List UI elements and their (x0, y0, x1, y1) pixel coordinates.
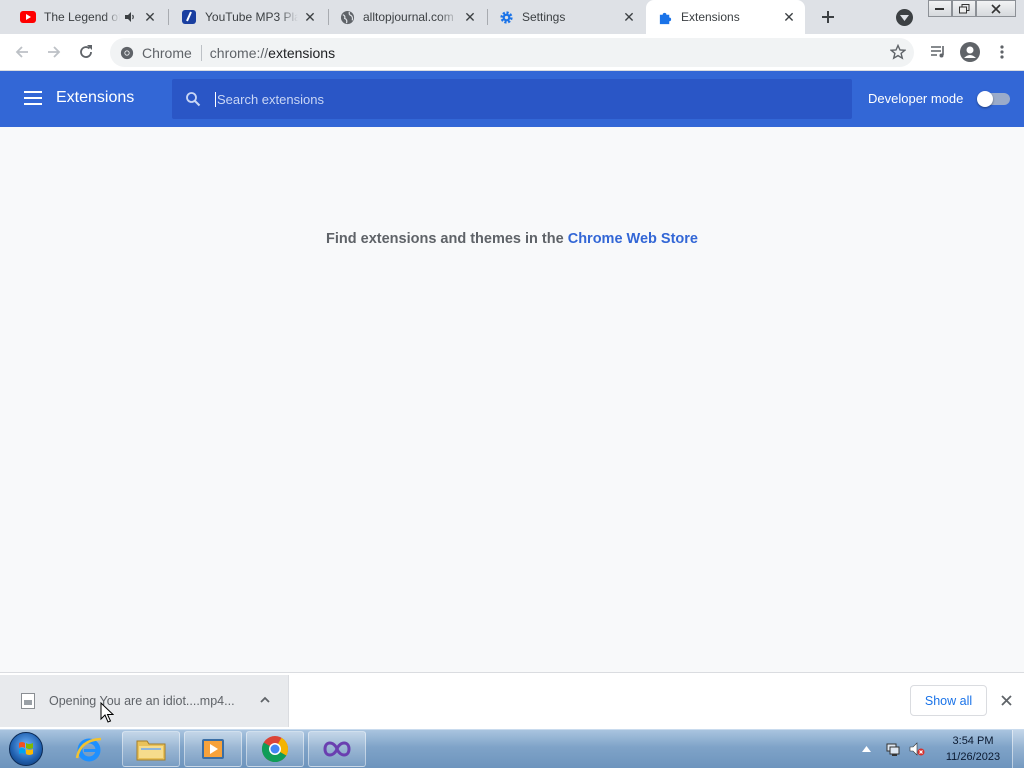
page-title: Extensions (56, 89, 135, 106)
chrome-menu-button[interactable] (990, 40, 1014, 64)
minimize-button[interactable] (928, 0, 952, 17)
tab-alltopjournal[interactable]: alltopjournal.com ✕ (328, 0, 486, 34)
tab-youtube-mp3[interactable]: YouTube MP3 Pla ✕ (168, 0, 326, 34)
gear-icon (498, 9, 514, 25)
close-window-button[interactable] (976, 0, 1016, 17)
forward-button[interactable] (42, 40, 66, 64)
tab-extensions[interactable]: Extensions ✕ (646, 0, 805, 34)
menu-icon[interactable] (24, 91, 42, 105)
internet-explorer-icon[interactable] (60, 731, 118, 767)
close-tab-icon[interactable]: ✕ (302, 9, 318, 25)
chrome-icon[interactable] (246, 731, 304, 767)
developer-mode-toggle[interactable] (977, 91, 1011, 107)
browser-toolbar: Chrome chrome://extensions (0, 34, 1024, 71)
chip-divider (200, 44, 202, 61)
empty-state-message: Find extensions and themes in the Chrome… (0, 231, 1024, 247)
media-controls-button[interactable] (926, 40, 950, 64)
tab-title: Settings (522, 10, 566, 24)
start-button[interactable] (6, 730, 46, 768)
empty-state-text: Find extensions and themes in the (326, 231, 568, 247)
clock-time: 3:54 PM (952, 735, 994, 747)
close-tab-icon[interactable]: ✕ (142, 9, 158, 25)
windows-logo-icon (9, 732, 43, 766)
chevron-up-icon[interactable] (258, 693, 272, 707)
site-chip-label: Chrome (142, 44, 192, 61)
search-bar[interactable] (172, 79, 852, 119)
close-icon[interactable] (998, 692, 1014, 708)
new-tab-button[interactable] (816, 5, 840, 29)
bookmark-star-icon[interactable] (889, 43, 907, 63)
extensions-main: Find extensions and themes in the Chrome… (0, 127, 1024, 672)
profile-avatar[interactable] (958, 40, 982, 64)
chrome-web-store-link[interactable]: Chrome Web Store (568, 231, 698, 247)
tab-title: Extensions (681, 10, 740, 24)
speaker-icon[interactable] (122, 9, 138, 25)
taskbar-clock[interactable]: 3:54 PM 11/26/2023 (940, 733, 1006, 765)
media-player-icon[interactable] (184, 731, 242, 767)
download-item[interactable]: Opening You are an idiot....mp4... (0, 675, 289, 727)
show-hidden-icons-icon[interactable] (862, 746, 871, 752)
volume-muted-icon[interactable] (909, 741, 925, 757)
youtube-icon (20, 9, 36, 25)
system-tray (862, 730, 925, 768)
file-explorer-icon[interactable] (122, 731, 180, 767)
download-filename: Opening You are an idiot....mp4... (49, 694, 235, 708)
mouse-cursor (100, 701, 115, 724)
url-text: chrome://extensions (210, 45, 335, 61)
site-chip[interactable]: Chrome (120, 44, 210, 61)
address-bar[interactable]: Chrome chrome://extensions (110, 38, 914, 67)
tab-settings[interactable]: Settings ✕ (487, 0, 645, 34)
globe-icon (339, 9, 355, 25)
url-scheme: chrome:// (209, 44, 269, 61)
close-tab-icon[interactable]: ✕ (781, 9, 797, 25)
mp3-player-icon (181, 9, 197, 25)
back-button[interactable] (10, 40, 34, 64)
chrome-icon (120, 46, 134, 60)
tab-strip: The Legend of ✕ YouTube MP3 Pla ✕ alltop… (0, 0, 1024, 34)
close-tab-icon[interactable]: ✕ (462, 9, 478, 25)
url-path: extensions (268, 44, 336, 61)
restore-button[interactable] (952, 0, 976, 17)
windows-taskbar: 3:54 PM 11/26/2023 (0, 729, 1024, 768)
file-icon (21, 693, 35, 709)
download-shelf: Opening You are an idiot....mp4... Show … (0, 672, 1024, 729)
search-input[interactable] (215, 91, 815, 107)
reload-button[interactable] (74, 40, 98, 64)
visual-studio-icon[interactable] (308, 731, 366, 767)
extensions-header: Extensions Developer mode (0, 71, 1024, 127)
tab-title: YouTube MP3 Pla (205, 10, 298, 24)
clock-date: 11/26/2023 (945, 751, 1001, 763)
show-all-button[interactable]: Show all (910, 685, 987, 716)
search-icon (185, 91, 201, 107)
developer-mode-label: Developer mode (868, 91, 964, 106)
tab-youtube[interactable]: The Legend of ✕ (0, 0, 166, 34)
network-icon[interactable] (885, 741, 901, 757)
puzzle-icon (657, 9, 673, 25)
toggle-knob (977, 91, 993, 107)
tab-title: alltopjournal.com (363, 10, 454, 24)
tab-search-button[interactable] (896, 9, 913, 26)
close-tab-icon[interactable]: ✕ (621, 9, 637, 25)
show-desktop-button[interactable] (1012, 730, 1024, 768)
tab-title: The Legend of (44, 10, 120, 24)
